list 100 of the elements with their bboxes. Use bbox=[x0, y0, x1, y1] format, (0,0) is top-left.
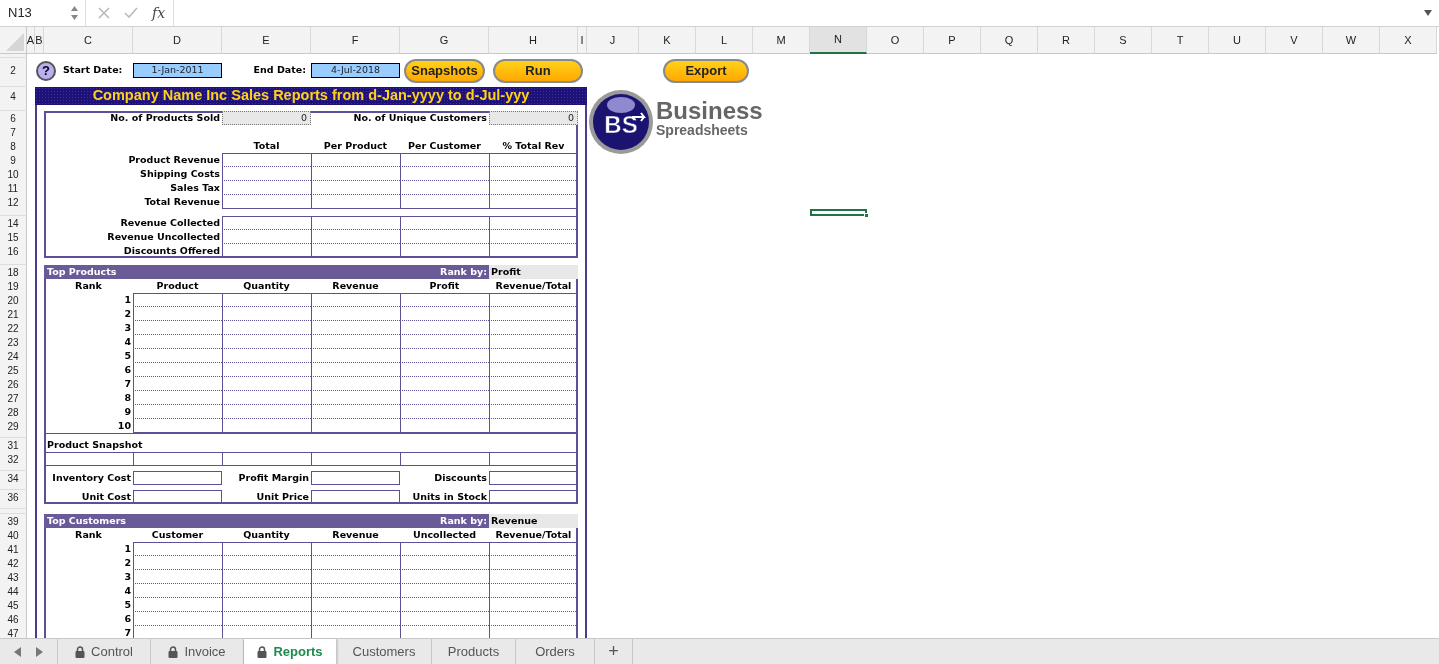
row-header[interactable]: 46 bbox=[0, 612, 27, 626]
input-cell[interactable] bbox=[133, 490, 222, 504]
input-cell[interactable] bbox=[489, 490, 578, 504]
row-header[interactable]: 29 bbox=[0, 419, 27, 433]
sheet-tab[interactable]: Reports bbox=[244, 639, 337, 664]
column-header[interactable]: T bbox=[1152, 27, 1209, 54]
cancel-icon[interactable] bbox=[98, 7, 110, 19]
row-header[interactable]: 23 bbox=[0, 335, 27, 349]
column-header[interactable]: L bbox=[696, 27, 753, 54]
row-header[interactable]: 44 bbox=[0, 584, 27, 598]
row-header[interactable]: 22 bbox=[0, 321, 27, 335]
row-header[interactable]: 2 bbox=[0, 58, 27, 83]
row-header[interactable]: 26 bbox=[0, 377, 27, 391]
row-header[interactable]: 8 bbox=[0, 139, 27, 153]
row-header[interactable]: 25 bbox=[0, 363, 27, 377]
row-header[interactable]: 34 bbox=[0, 471, 27, 485]
row-header[interactable]: 10 bbox=[0, 167, 27, 181]
column-header[interactable]: P bbox=[924, 27, 981, 54]
row-header[interactable]: 28 bbox=[0, 405, 27, 419]
input-cell[interactable] bbox=[133, 471, 222, 485]
row-header[interactable] bbox=[0, 509, 27, 514]
row-header[interactable]: 40 bbox=[0, 528, 27, 542]
row-header[interactable]: 41 bbox=[0, 542, 27, 556]
column-header[interactable]: O bbox=[867, 27, 924, 54]
start-date-field[interactable]: 1-Jan-2011 bbox=[133, 63, 222, 78]
column-header[interactable]: F bbox=[311, 27, 400, 54]
sheet-tab[interactable]: Customers bbox=[337, 639, 432, 664]
input-cell[interactable] bbox=[489, 471, 578, 485]
column-header[interactable]: U bbox=[1209, 27, 1266, 54]
row-header[interactable]: 14 bbox=[0, 216, 27, 230]
row-header[interactable] bbox=[0, 105, 27, 111]
column-header[interactable]: R bbox=[1038, 27, 1095, 54]
name-box[interactable]: N13 bbox=[0, 0, 86, 26]
row-header[interactable] bbox=[0, 258, 27, 265]
row-header[interactable]: 21 bbox=[0, 307, 27, 321]
row-header[interactable]: 42 bbox=[0, 556, 27, 570]
fill-handle[interactable] bbox=[864, 213, 869, 218]
action-button[interactable]: Snapshots bbox=[404, 58, 485, 83]
column-header[interactable]: J bbox=[587, 27, 639, 54]
column-header[interactable]: Q bbox=[981, 27, 1038, 54]
column-header[interactable]: X bbox=[1380, 27, 1437, 54]
column-header[interactable]: E bbox=[222, 27, 311, 54]
row-header[interactable]: 19 bbox=[0, 279, 27, 293]
row-header[interactable] bbox=[0, 504, 27, 509]
sheet-tab[interactable]: Control bbox=[58, 639, 151, 664]
sheet-tab[interactable]: Products bbox=[432, 639, 516, 664]
row-header[interactable]: 24 bbox=[0, 349, 27, 363]
stepper-icon[interactable] bbox=[70, 5, 79, 21]
dropdown-icon[interactable] bbox=[1423, 9, 1433, 17]
row-header[interactable]: 47 bbox=[0, 626, 27, 638]
row-header[interactable]: 32 bbox=[0, 452, 27, 466]
input-cell[interactable] bbox=[311, 490, 400, 504]
action-button[interactable]: Run bbox=[493, 58, 583, 83]
column-header[interactable]: V bbox=[1266, 27, 1323, 54]
row-header[interactable]: 18 bbox=[0, 265, 27, 279]
row-label: Sales Tax bbox=[169, 181, 221, 195]
row-header[interactable] bbox=[0, 433, 27, 438]
row-header[interactable]: 16 bbox=[0, 244, 27, 258]
row-header[interactable]: 43 bbox=[0, 570, 27, 584]
rank-by-field[interactable]: Revenue bbox=[489, 514, 578, 528]
row-header[interactable]: 11 bbox=[0, 181, 27, 195]
rank-number: 9 bbox=[123, 405, 132, 419]
row-header[interactable]: 39 bbox=[0, 514, 27, 528]
check-icon[interactable] bbox=[124, 7, 138, 19]
row-header[interactable]: 15 bbox=[0, 230, 27, 244]
row-header[interactable]: 9 bbox=[0, 153, 27, 167]
column-heading: Total bbox=[252, 139, 281, 153]
row-header[interactable]: 7 bbox=[0, 125, 27, 139]
select-all-button[interactable] bbox=[0, 27, 27, 54]
row-header[interactable]: 6 bbox=[0, 111, 27, 125]
row-header[interactable] bbox=[0, 209, 27, 216]
row-header[interactable] bbox=[0, 54, 27, 58]
column-header[interactable]: I bbox=[578, 27, 587, 54]
sheet-tab[interactable]: Orders bbox=[516, 639, 595, 664]
row-header[interactable] bbox=[0, 466, 27, 471]
column-header[interactable]: C bbox=[44, 27, 133, 54]
end-date-field[interactable]: 4-Jul-2018 bbox=[311, 63, 400, 78]
column-header[interactable]: M bbox=[753, 27, 810, 54]
function-button[interactable]: fx bbox=[152, 2, 166, 24]
column-header[interactable]: S bbox=[1095, 27, 1152, 54]
column-header[interactable]: N bbox=[810, 27, 867, 54]
row-header[interactable]: 31 bbox=[0, 438, 27, 452]
row-header[interactable]: 45 bbox=[0, 598, 27, 612]
column-header[interactable]: G bbox=[400, 27, 489, 54]
input-cell[interactable] bbox=[311, 471, 400, 485]
column-header[interactable]: D bbox=[133, 27, 222, 54]
column-header[interactable]: K bbox=[639, 27, 696, 54]
selected-cell[interactable] bbox=[810, 209, 867, 216]
column-header[interactable]: H bbox=[489, 27, 578, 54]
add-sheet-button[interactable]: + bbox=[595, 639, 633, 664]
row-header[interactable]: 12 bbox=[0, 195, 27, 209]
column-header[interactable]: W bbox=[1323, 27, 1380, 54]
rank-by-field[interactable]: Profit bbox=[489, 265, 578, 279]
help-button[interactable]: ? bbox=[36, 60, 56, 81]
row-header[interactable]: 20 bbox=[0, 293, 27, 307]
row-header[interactable]: 36 bbox=[0, 490, 27, 504]
row-header[interactable] bbox=[0, 485, 27, 490]
row-header[interactable]: 27 bbox=[0, 391, 27, 405]
action-button[interactable]: Export bbox=[663, 58, 749, 83]
row-header[interactable]: 4 bbox=[0, 87, 27, 105]
